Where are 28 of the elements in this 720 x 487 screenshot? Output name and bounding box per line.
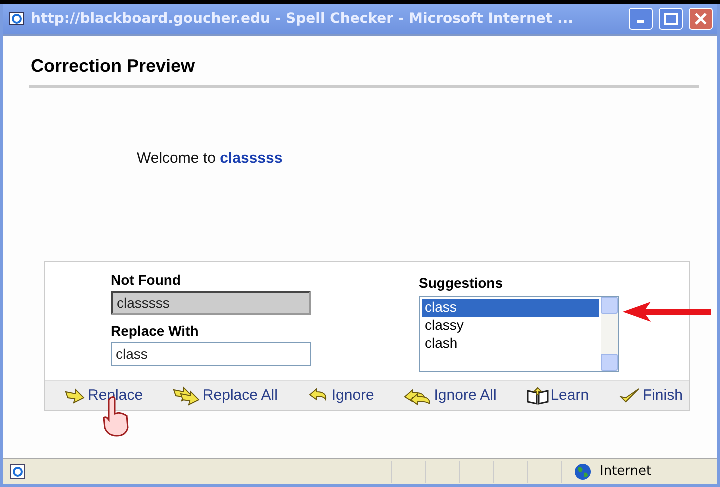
field-label: Replace With xyxy=(111,323,199,339)
suggestions-list[interactable]: class classy clash xyxy=(419,296,619,372)
action-button[interactable]: Replace All xyxy=(172,386,278,406)
security-zone: Internet xyxy=(600,464,652,479)
window-title: http://blackboard.goucher.edu - Spell Checker - Microsoft Internet ... xyxy=(31,11,574,27)
maximize-icon xyxy=(664,13,678,25)
suggestion-item[interactable]: classy xyxy=(422,317,599,335)
field-label: Not Found xyxy=(111,272,181,288)
page-heading: Correction Preview xyxy=(31,56,196,77)
maximize-button[interactable] xyxy=(659,8,683,30)
replace-with-field[interactable]: class xyxy=(111,342,311,366)
action-button[interactable]: Finish xyxy=(618,386,683,406)
suggestion-item[interactable]: class xyxy=(422,299,599,317)
preview-text: Welcome to classsss xyxy=(137,150,283,167)
globe-icon xyxy=(574,462,592,480)
checkmark-icon xyxy=(618,386,642,406)
action-button[interactable]: Ignore xyxy=(306,386,374,406)
double-arrow-icon xyxy=(172,386,202,406)
close-icon xyxy=(695,13,707,25)
action-button[interactable]: Learn xyxy=(526,386,590,406)
field-label: Suggestions xyxy=(419,275,504,291)
action-button[interactable]: Ignore All xyxy=(403,386,497,406)
browser-icon xyxy=(9,11,25,27)
minimize-button[interactable] xyxy=(629,8,653,30)
book-icon xyxy=(526,386,550,406)
page-icon xyxy=(9,462,27,480)
close-button[interactable] xyxy=(689,8,713,30)
suggestion-item[interactable]: clash xyxy=(422,335,599,353)
